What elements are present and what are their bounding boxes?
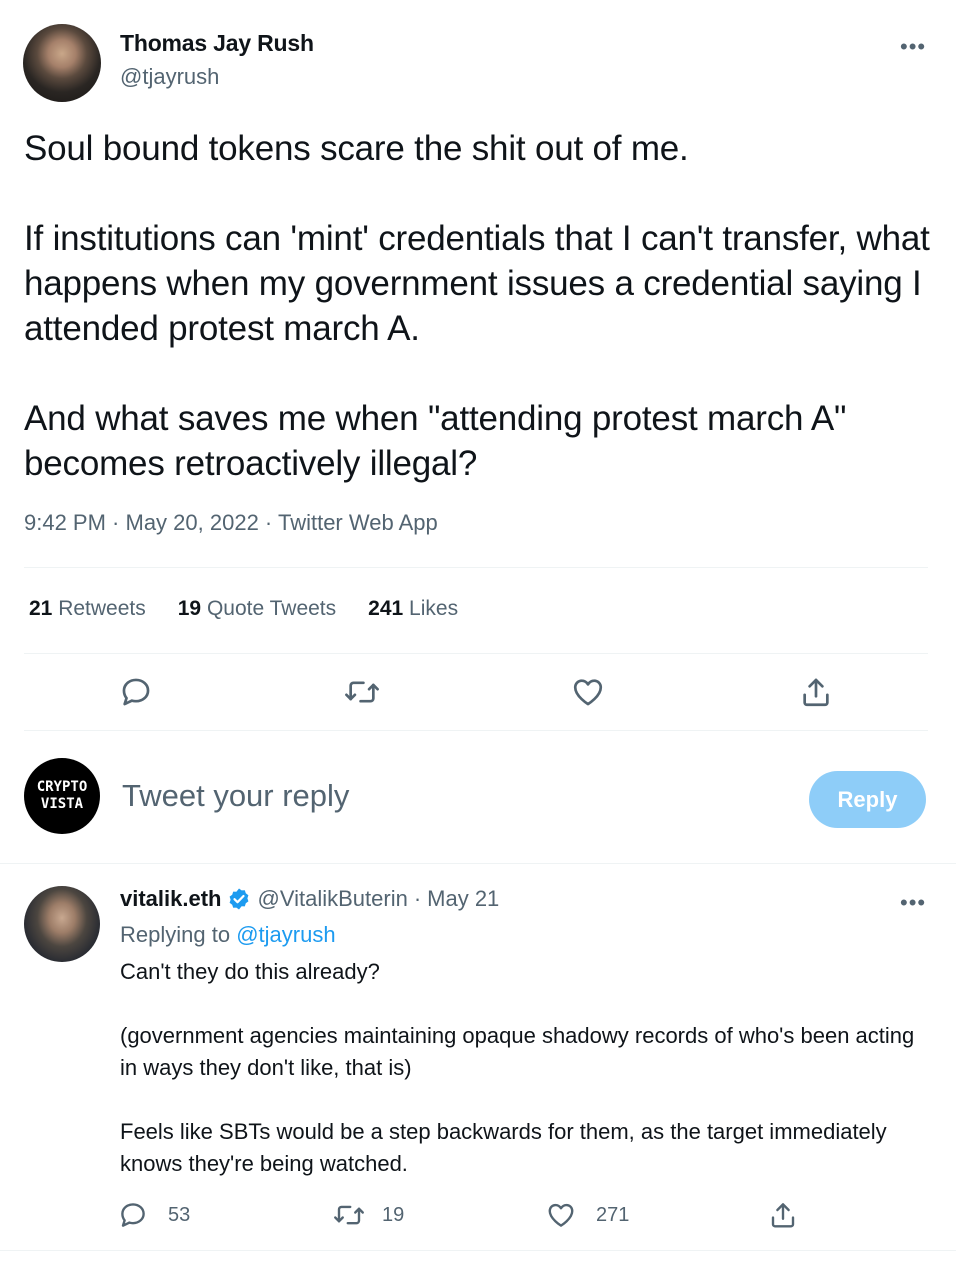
meta-separator: · [258, 510, 278, 535]
reply-author-handle[interactable]: @VitalikButerin [257, 886, 407, 912]
reply-icon [122, 678, 150, 706]
reply-text: Can't they do this already? (government … [120, 956, 920, 1180]
likes-count: 241 [368, 597, 404, 620]
tweet-paragraph: Soul bound tokens scare the shit out of … [24, 129, 689, 168]
retweet-icon [345, 681, 379, 703]
avatar-text-line: VISTA [40, 796, 84, 812]
reply-share-button[interactable] [768, 1200, 818, 1230]
replying-to-handle[interactable]: @tjayrush [236, 922, 335, 947]
reply-paragraph: (government agencies maintaining opaque … [120, 1023, 915, 1080]
quote-tweets-stat[interactable]: 19 Quote Tweets [178, 597, 336, 621]
author-handle[interactable]: @tjayrush [120, 64, 219, 90]
more-options-icon[interactable]: ••• [900, 36, 926, 58]
reply-submit-button[interactable]: Reply [809, 771, 926, 828]
retweets-count: 21 [29, 597, 53, 620]
reply-header: vitalik.eth @VitalikButerin · May 21 [120, 886, 499, 912]
reply-icon [121, 1203, 145, 1227]
verified-badge-icon [227, 887, 251, 911]
quotes-count: 19 [177, 597, 202, 620]
quotes-label: Quote Tweets [206, 597, 337, 620]
retweets-stat[interactable]: 21 Retweets [29, 597, 146, 621]
tweet-paragraph: And what saves me when "attending protes… [24, 399, 847, 483]
tweet-meta: 9:42 PM · May 20, 2022 · Twitter Web App [24, 510, 438, 536]
retweet-count-button[interactable]: 19 [332, 1200, 404, 1230]
share-icon [771, 1203, 795, 1228]
divider [24, 730, 928, 731]
tweet-date[interactable]: May 20, 2022 [126, 510, 259, 535]
author-avatar[interactable] [23, 24, 101, 102]
likes-label: Likes [409, 597, 459, 620]
meta-separator: · [105, 510, 126, 535]
tweet-time[interactable]: 9:42 PM [24, 510, 106, 535]
header-separator: · [413, 886, 422, 911]
replying-to: Replying to @tjayrush [120, 922, 336, 948]
retweet-button[interactable] [340, 670, 384, 714]
reply-more-options-icon[interactable]: ••• [900, 892, 926, 914]
tweet-stats: 21 Retweets 19 Quote Tweets 241 Likes [29, 597, 458, 621]
tweet-paragraph: If institutions can 'mint' credentials t… [24, 219, 930, 348]
heart-icon [573, 679, 603, 706]
author-name[interactable]: Thomas Jay Rush [120, 30, 314, 57]
reply-count-button[interactable]: 53 [118, 1200, 190, 1230]
reply-author-avatar[interactable] [24, 886, 100, 962]
reply-author-name[interactable]: vitalik.eth [120, 886, 221, 912]
retweets-label: Retweets [58, 597, 146, 620]
reply-date[interactable]: May 21 [427, 886, 499, 912]
reply-paragraph: Feels like SBTs would be a step backward… [120, 1119, 887, 1176]
divider [0, 863, 956, 864]
share-icon [803, 678, 829, 707]
reply-button-icon[interactable] [114, 670, 158, 714]
like-count: 271 [596, 1203, 630, 1226]
divider [24, 567, 928, 568]
tweet-source[interactable]: Twitter Web App [278, 510, 438, 535]
retweet-count: 19 [382, 1203, 405, 1226]
like-button[interactable] [566, 670, 610, 714]
share-button[interactable] [794, 670, 838, 714]
retweet-icon [334, 1205, 364, 1225]
reply-count: 53 [168, 1203, 191, 1226]
reply-paragraph: Can't they do this already? [120, 959, 380, 984]
like-count-button[interactable]: 271 [546, 1200, 629, 1230]
tweet-text: Soul bound tokens scare the shit out of … [24, 126, 934, 486]
likes-stat[interactable]: 241 Likes [368, 597, 458, 621]
divider [24, 653, 928, 654]
avatar-text-line: CRYPTO [36, 779, 88, 795]
divider [0, 1250, 956, 1251]
current-user-avatar[interactable]: CRYPTO VISTA [24, 758, 100, 834]
reply-input[interactable] [122, 778, 762, 814]
replying-to-label: Replying to [120, 922, 231, 947]
heart-icon [548, 1203, 574, 1227]
